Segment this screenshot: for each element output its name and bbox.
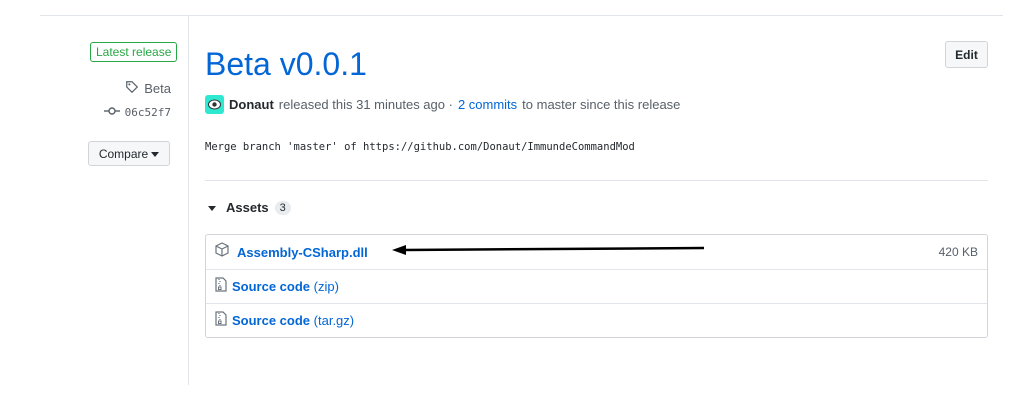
- assets-toggle[interactable]: Assets 3: [208, 200, 291, 215]
- file-zip-icon: [215, 276, 227, 297]
- edit-button[interactable]: Edit: [945, 41, 988, 68]
- released-text: released this 31 minutes ago ·: [278, 97, 453, 112]
- commits-link[interactable]: 2 commits: [458, 97, 517, 112]
- top-divider: [40, 15, 1003, 16]
- avatar[interactable]: [205, 95, 224, 114]
- assets-label: Assets: [226, 200, 269, 215]
- commit-icon: [103, 106, 120, 119]
- since-text: to master since this release: [522, 97, 681, 112]
- list-item: Source code (tar.gz): [206, 303, 987, 337]
- compare-label: Compare: [98, 146, 149, 161]
- triangle-down-icon: [208, 200, 216, 215]
- release-tag[interactable]: Beta: [125, 80, 171, 97]
- author-name[interactable]: Donaut: [229, 97, 274, 112]
- body-divider: [205, 180, 988, 181]
- release-body: Merge branch 'master' of https://github.…: [205, 141, 635, 153]
- release-byline: Donaut released this 31 minutes ago · 2 …: [205, 95, 680, 114]
- commit-sha: 06c52f7: [124, 106, 171, 119]
- release-title[interactable]: Beta v0.0.1: [205, 44, 367, 84]
- caret-down-icon: [151, 147, 160, 161]
- asset-link[interactable]: Source code (zip): [232, 279, 339, 294]
- annotation-arrow: [392, 245, 705, 255]
- list-item: Source code (zip): [206, 269, 987, 303]
- asset-size: 420 KB: [938, 245, 978, 259]
- asset-link[interactable]: Source code (tar.gz): [232, 313, 354, 328]
- latest-release-badge: Latest release: [90, 42, 178, 62]
- file-zip-icon: [215, 310, 227, 331]
- asset-link[interactable]: Assembly-CSharp.dll: [237, 245, 368, 260]
- release-commit[interactable]: 06c52f7: [103, 106, 171, 119]
- tag-name: Beta: [144, 81, 171, 96]
- compare-button[interactable]: Compare: [88, 141, 170, 166]
- assets-count: 3: [274, 200, 291, 215]
- tag-icon: [125, 80, 139, 97]
- sidebar-divider: [188, 15, 189, 385]
- package-icon: [215, 242, 229, 262]
